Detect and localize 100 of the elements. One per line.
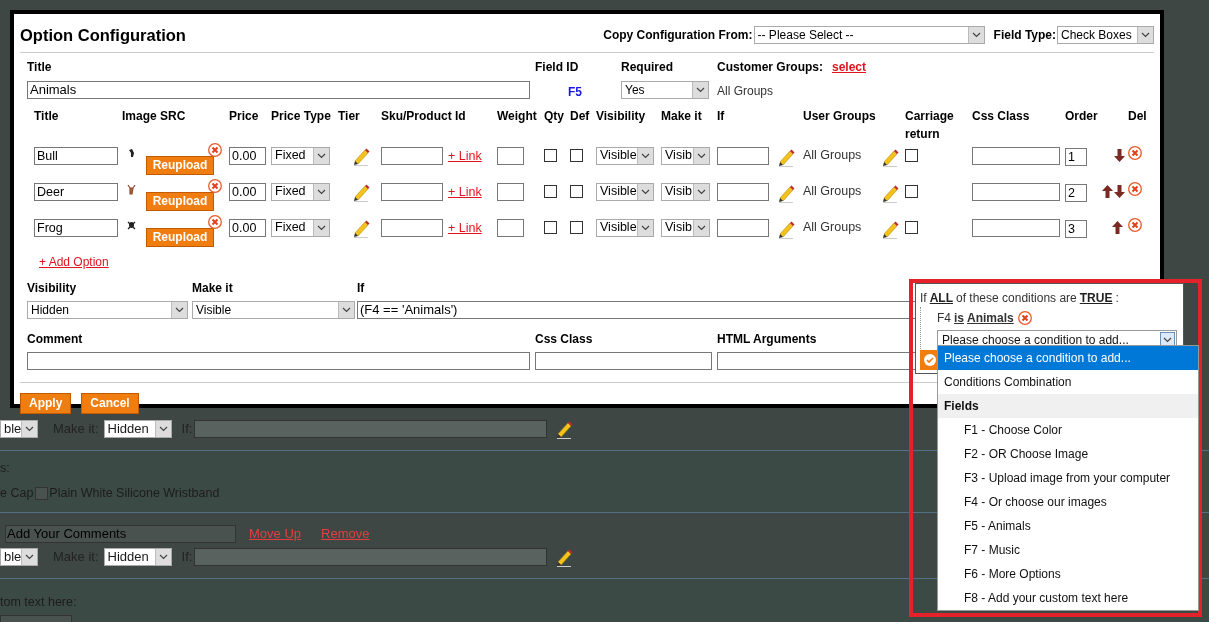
- caret-icon: [158, 554, 168, 560]
- dropdown[interactable]: ble: [0, 420, 38, 438]
- select-link[interactable]: select: [832, 57, 867, 76]
- input-field[interactable]: Deer: [34, 182, 118, 201]
- dropdown[interactable]: Hidden: [103, 548, 172, 566]
- input-field[interactable]: Bull: [34, 146, 118, 165]
- input-field[interactable]: [381, 183, 443, 202]
- dropdown-option[interactable]: Conditions Combination: [938, 370, 1198, 394]
- input-field[interactable]: [194, 420, 548, 438]
- dropdown-option[interactable]: F2 - OR Choose Image: [938, 442, 1198, 466]
- label: Field ID: [535, 58, 579, 76]
- remove-icon[interactable]: [1017, 311, 1032, 325]
- label: Title: [27, 58, 52, 76]
- checkbox[interactable]: [905, 220, 918, 234]
- input-field[interactable]: Frog: [34, 218, 118, 237]
- checkbox[interactable]: [905, 148, 918, 162]
- delete-icon[interactable]: [1128, 217, 1142, 232]
- column-header: Carriage return: [905, 107, 955, 143]
- dropdown[interactable]: Check Boxes: [1057, 26, 1154, 45]
- label: If: [357, 279, 365, 297]
- checkbox[interactable]: [544, 148, 557, 162]
- order-field[interactable]: 3: [1065, 219, 1087, 238]
- up-arrow-icon[interactable]: [1112, 220, 1123, 234]
- dropdown[interactable]: Fixed: [271, 218, 330, 237]
- column-header: Del: [1128, 107, 1147, 125]
- pencil-icon[interactable]: [555, 547, 574, 567]
- input-field[interactable]: 0.00: [229, 146, 266, 165]
- input-field[interactable]: [497, 146, 524, 165]
- link[interactable]: + Link: [448, 182, 482, 202]
- input-field[interactable]: [381, 147, 443, 166]
- input-field[interactable]: 0.00: [229, 218, 266, 237]
- delete-icon[interactable]: [1128, 145, 1142, 160]
- down-arrow-icon[interactable]: [1114, 148, 1125, 162]
- label: Field Type:: [993, 27, 1056, 45]
- dropdown-option[interactable]: F5 - Animals: [938, 514, 1198, 538]
- dropdown-option[interactable]: F3 - Upload image from your computer: [938, 466, 1198, 490]
- link[interactable]: + Link: [448, 218, 482, 238]
- dropdown[interactable]: Fixed: [271, 146, 330, 165]
- dropdown[interactable]: Visib: [661, 182, 710, 201]
- caret-icon: [697, 224, 706, 231]
- delete-icon[interactable]: [208, 214, 222, 229]
- dropdown[interactable]: Visible: [596, 182, 654, 201]
- dropdown[interactable]: Hidden: [27, 300, 188, 319]
- input-field[interactable]: Animals: [27, 80, 530, 99]
- input-field[interactable]: [972, 146, 1060, 165]
- add-option-link[interactable]: + Add Option: [39, 254, 109, 269]
- input-field[interactable]: [717, 218, 769, 237]
- checkbox[interactable]: [35, 486, 49, 500]
- dropdown[interactable]: Visible: [192, 300, 355, 319]
- input-field[interactable]: [535, 351, 712, 370]
- input-field[interactable]: [717, 182, 769, 201]
- field-id: F5: [568, 83, 582, 101]
- caret-icon: [25, 426, 34, 432]
- delete-icon[interactable]: [208, 142, 222, 157]
- input-field[interactable]: [972, 218, 1060, 237]
- dropdown[interactable]: Visib: [661, 218, 710, 237]
- delete-icon[interactable]: [1128, 181, 1142, 196]
- caret-icon: [641, 224, 650, 231]
- checkbox[interactable]: [544, 184, 557, 198]
- dropdown[interactable]: Visib: [661, 146, 710, 165]
- down-arrow-icon[interactable]: [1114, 184, 1125, 198]
- apply-button[interactable]: [920, 350, 940, 370]
- input-field[interactable]: [27, 351, 530, 370]
- dropdown-option[interactable]: F6 - More Options: [938, 562, 1198, 586]
- label: Customer Groups:: [717, 58, 823, 76]
- order-field[interactable]: 1: [1065, 147, 1087, 166]
- input-field[interactable]: 0.00: [229, 182, 266, 201]
- order-field[interactable]: 2: [1065, 183, 1087, 202]
- checkbox[interactable]: [544, 220, 557, 234]
- animal-icon: [127, 183, 136, 195]
- input-field[interactable]: [381, 219, 443, 238]
- input-field[interactable]: [497, 218, 524, 237]
- dropdown-option[interactable]: F1 - Choose Color: [938, 418, 1198, 442]
- checkbox[interactable]: [905, 184, 918, 198]
- dropdown[interactable]: Visible: [596, 146, 654, 165]
- dropdown[interactable]: Yes: [621, 80, 709, 99]
- dropdown[interactable]: Fixed: [271, 182, 330, 201]
- dropdown[interactable]: ble: [0, 548, 38, 566]
- label: Visibility: [27, 279, 77, 297]
- input-field[interactable]: [194, 548, 548, 566]
- dropdown[interactable]: Hidden: [103, 420, 172, 438]
- caret-icon: [158, 426, 168, 432]
- dropdown-option[interactable]: F4 - Or choose our images: [938, 490, 1198, 514]
- dropdown[interactable]: Visible: [596, 218, 654, 237]
- checkbox[interactable]: [570, 148, 583, 162]
- up-arrow-icon[interactable]: [1102, 184, 1113, 198]
- delete-icon[interactable]: [208, 178, 222, 193]
- animal-icon: [127, 219, 136, 231]
- pencil-icon[interactable]: [555, 419, 574, 439]
- caret-icon: [317, 152, 326, 159]
- checkbox[interactable]: [570, 220, 583, 234]
- link[interactable]: + Link: [448, 146, 482, 166]
- input-field[interactable]: [717, 146, 769, 165]
- checkbox[interactable]: [570, 184, 583, 198]
- dropdown[interactable]: -- Please Select --: [753, 26, 985, 45]
- dropdown-option[interactable]: Please choose a condition to add...: [938, 346, 1198, 370]
- dropdown-option[interactable]: F7 - Music: [938, 538, 1198, 562]
- dropdown-option[interactable]: F8 - Add your custom text here: [938, 586, 1198, 610]
- input-field[interactable]: [972, 182, 1060, 201]
- input-field[interactable]: [497, 182, 524, 201]
